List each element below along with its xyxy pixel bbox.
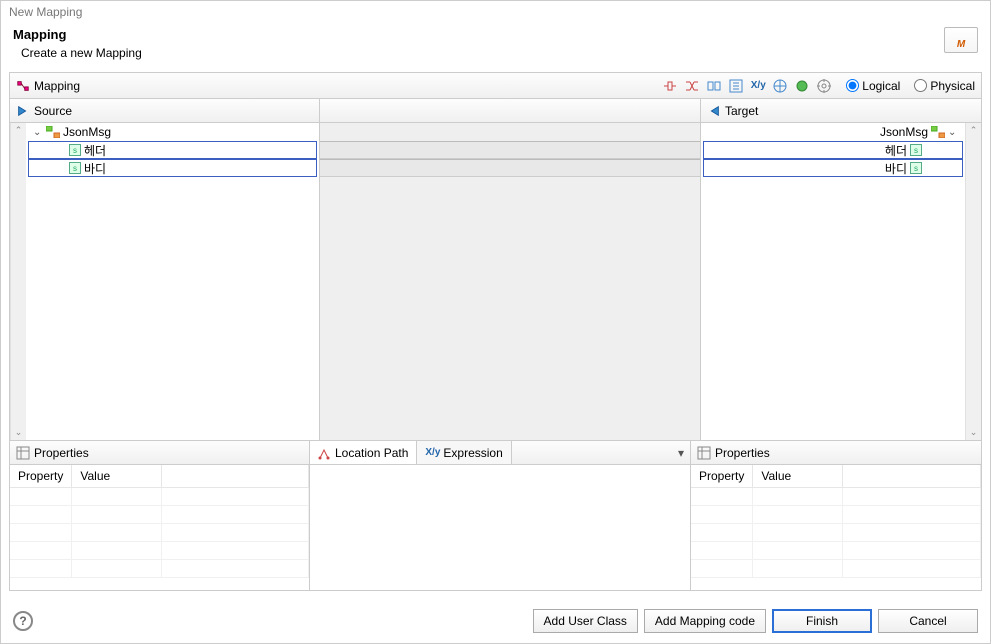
target-child-1-label: 바디: [885, 160, 907, 177]
properties-right-title: Properties: [715, 446, 770, 460]
json-object-icon: [46, 126, 60, 138]
toolbar-icon-4[interactable]: [728, 78, 744, 94]
source-child-1-label: 바디: [84, 160, 106, 177]
string-field-icon: s: [69, 144, 81, 156]
properties-left-title: Properties: [34, 446, 89, 460]
tabs-dropdown-icon[interactable]: ▾: [672, 446, 690, 460]
prop-col-value[interactable]: Value: [753, 465, 843, 488]
center-panel-body: [310, 465, 690, 590]
location-path-tab[interactable]: Location Path: [310, 441, 417, 464]
string-field-icon: s: [910, 162, 922, 174]
source-scrollbar[interactable]: ⌃⌄: [10, 123, 26, 440]
properties-left-table[interactable]: Property Value: [10, 465, 309, 578]
location-path-tab-label: Location Path: [335, 446, 408, 460]
logical-radio[interactable]: Logical: [846, 79, 900, 93]
toolbar-icon-3[interactable]: [706, 78, 722, 94]
target-child-0-label: 헤더: [885, 142, 907, 159]
page-title: Mapping: [13, 27, 944, 42]
add-user-class-button[interactable]: Add User Class: [533, 609, 638, 633]
mapping-line-0[interactable]: [320, 141, 700, 159]
source-root-node[interactable]: ⌄ JsonMsg: [26, 123, 319, 141]
toolbar-icon-1[interactable]: [662, 78, 678, 94]
target-child-0[interactable]: 헤더 s: [703, 141, 963, 159]
source-child-0[interactable]: s 헤더: [28, 141, 317, 159]
physical-radio[interactable]: Physical: [914, 79, 975, 93]
toolbar-icon-2[interactable]: [684, 78, 700, 94]
prop-col-value[interactable]: Value: [72, 465, 162, 488]
mapping-logo-icon: M: [944, 27, 978, 53]
collapse-icon[interactable]: ⌄: [948, 127, 958, 138]
mapping-section-icon: [16, 79, 30, 93]
prop-col-property[interactable]: Property: [691, 465, 753, 488]
json-object-icon: [931, 126, 945, 138]
expression-tab[interactable]: X/y Expression: [417, 441, 511, 464]
properties-icon: [16, 446, 30, 460]
source-icon: [16, 104, 30, 118]
add-mapping-code-button[interactable]: Add Mapping code: [644, 609, 766, 633]
target-root-label: JsonMsg: [880, 125, 928, 139]
string-field-icon: s: [910, 144, 922, 156]
target-root-node[interactable]: JsonMsg ⌄: [701, 123, 965, 141]
page-subtitle: Create a new Mapping: [13, 46, 944, 60]
mapping-section-title: Mapping: [34, 79, 80, 93]
toolbar-settings-icon[interactable]: [816, 78, 832, 94]
properties-right-table[interactable]: Property Value: [691, 465, 981, 578]
window-title: New Mapping: [1, 1, 990, 21]
source-child-0-label: 헤더: [84, 142, 106, 159]
help-icon[interactable]: ?: [13, 611, 33, 631]
prop-col-property[interactable]: Property: [10, 465, 72, 488]
target-scrollbar[interactable]: ⌃⌄: [965, 123, 981, 440]
path-icon: [318, 446, 332, 460]
target-child-1[interactable]: 바디 s: [703, 159, 963, 177]
source-title: Source: [34, 104, 72, 118]
expression-tab-label: Expression: [443, 446, 502, 460]
target-icon: [707, 104, 721, 118]
xy-icon: X/y: [425, 447, 440, 458]
toolbar-globe-icon[interactable]: [772, 78, 788, 94]
toolbar-xy-icon[interactable]: X/y: [750, 78, 766, 94]
cancel-button[interactable]: Cancel: [878, 609, 978, 633]
target-title: Target: [725, 104, 758, 118]
mapping-line-1[interactable]: [320, 159, 700, 177]
properties-icon: [697, 446, 711, 460]
string-field-icon: s: [69, 162, 81, 174]
collapse-icon[interactable]: ⌄: [33, 127, 43, 138]
toolbar-green-circle-icon[interactable]: [794, 78, 810, 94]
source-root-label: JsonMsg: [63, 125, 111, 139]
finish-button[interactable]: Finish: [772, 609, 872, 633]
source-child-1[interactable]: s 바디: [28, 159, 317, 177]
